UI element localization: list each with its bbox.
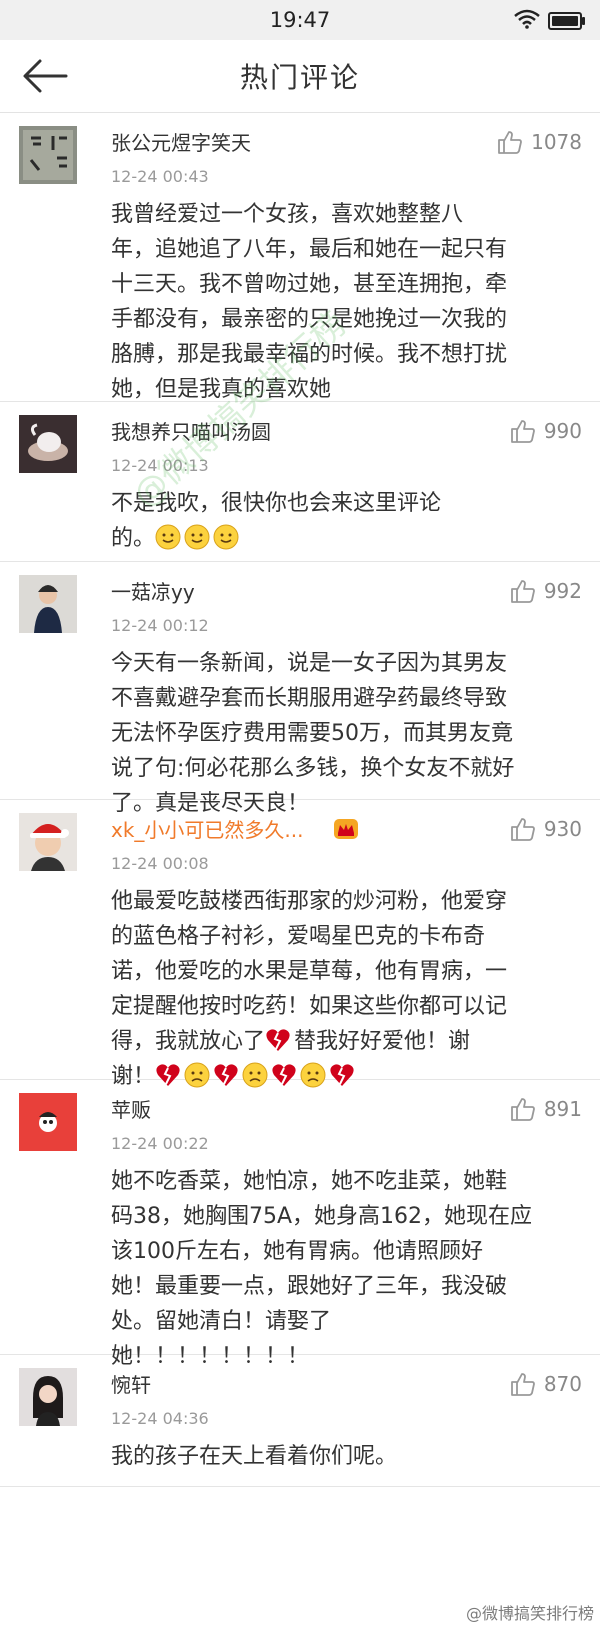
comment-username[interactable]: 张公元煜字笑天: [111, 127, 251, 156]
thumbs-up-icon: [510, 1373, 535, 1396]
page-title: 热门评论: [239, 61, 360, 94]
thumbs-up-icon: [510, 818, 535, 841]
comment-time: 12-24 00:12: [111, 616, 209, 635]
comment-time: 12-24 00:13: [111, 456, 209, 475]
vip-crown-icon: [334, 819, 358, 839]
avatar[interactable]: [19, 415, 77, 473]
avatar[interactable]: [19, 126, 77, 184]
thumbs-up-icon: [510, 420, 535, 443]
comment-username[interactable]: 惋轩: [111, 1369, 151, 1398]
comment-text: 不是我吹，很快你也会来这里评论 的。: [111, 486, 571, 556]
avatar[interactable]: [19, 813, 77, 871]
comment-time: 12-24 00:43: [111, 167, 209, 186]
comment-username[interactable]: 苹贩: [111, 1094, 151, 1123]
smile-emoji-icon: [155, 524, 181, 550]
status-time: 19:47: [269, 8, 331, 32]
comment-item: 我想养只喵叫汤圆 990 12-24 00:13 不是我吹，很快你也会来这里评论…: [0, 402, 600, 562]
comment-text: 今天有一条新闻，说是一女子因为其男友 不喜戴避孕套而长期服用避孕药最终导致 无法…: [111, 651, 515, 816]
comment-text: 她不吃香菜，她怕凉，她不吃韭菜，她鞋 码38，她胸围75A，她身高162，她现在…: [111, 1169, 533, 1369]
comment-text: 我曾经爱过一个女孩，喜欢她整整八 年，追她追了八年，最后和她在一起只有 十三天。…: [111, 202, 508, 402]
comment-username[interactable]: xk_小小可已然多久...: [111, 814, 304, 843]
avatar[interactable]: [19, 575, 77, 633]
broken-heart-icon: [266, 1029, 290, 1051]
like-count: 930: [543, 817, 582, 841]
like-count: 870: [543, 1372, 582, 1396]
wifi-icon: [514, 9, 540, 29]
nav-bar: 热门评论: [0, 40, 600, 113]
like-button[interactable]: 891: [510, 1096, 582, 1122]
avatar[interactable]: [19, 1368, 77, 1426]
like-button[interactable]: 870: [510, 1371, 582, 1397]
like-count: 992: [543, 579, 582, 603]
comment-username[interactable]: 一菇凉yy: [111, 576, 195, 605]
status-bar: 19:47: [0, 0, 600, 40]
comment-item: 一菇凉yy 992 12-24 00:12 今天有一条新闻，说是一女子因为其男友…: [0, 562, 600, 816]
comment-item: 苹贩 891 12-24 00:22 她不吃香菜，她怕凉，她不吃韭菜，她鞋 码3…: [0, 1080, 600, 1369]
like-button[interactable]: 1078: [497, 129, 582, 155]
like-count: 891: [543, 1097, 582, 1121]
like-button[interactable]: 992: [510, 578, 582, 604]
comment-time: 12-24 00:22: [111, 1134, 209, 1153]
comment-item: 张公元煜字笑天 1078 12-24 00:43 我曾经爱过一个女孩，喜欢她整整…: [0, 113, 600, 402]
avatar[interactable]: [19, 1093, 77, 1151]
smile-emoji-icon: [213, 524, 239, 550]
smile-emoji-icon: [184, 524, 210, 550]
thumbs-up-icon: [498, 131, 522, 154]
comment-text: 我的孩子在天上看着你们呢。: [111, 1444, 398, 1469]
thumbs-up-icon: [510, 1098, 535, 1121]
comment-item: xk_小小可已然多久... 930 12-24 00:08 他最爱吃鼓楼西街那家…: [0, 800, 600, 1089]
comment-username[interactable]: 我想养只喵叫汤圆: [111, 416, 271, 445]
watermark-corner: @微博搞笑排行榜: [465, 1604, 594, 1623]
comment-time: 12-24 00:08: [111, 854, 209, 873]
like-button[interactable]: 990: [510, 418, 582, 444]
comment-text: 他最爱吃鼓楼西街那家的炒河粉，他爱穿 的蓝色格子衬衫，爱喝星巴克的卡布奇 诺，他…: [111, 884, 571, 1094]
thumbs-up-icon: [510, 580, 535, 603]
like-button[interactable]: 930: [510, 816, 582, 842]
battery-icon: [548, 12, 585, 30]
like-count: 1078: [531, 130, 582, 154]
comment-time: 12-24 04:36: [111, 1409, 209, 1428]
like-count: 990: [543, 419, 582, 443]
comment-item: 惋轩 870 12-24 04:36 我的孩子在天上看着你们呢。: [0, 1355, 600, 1487]
